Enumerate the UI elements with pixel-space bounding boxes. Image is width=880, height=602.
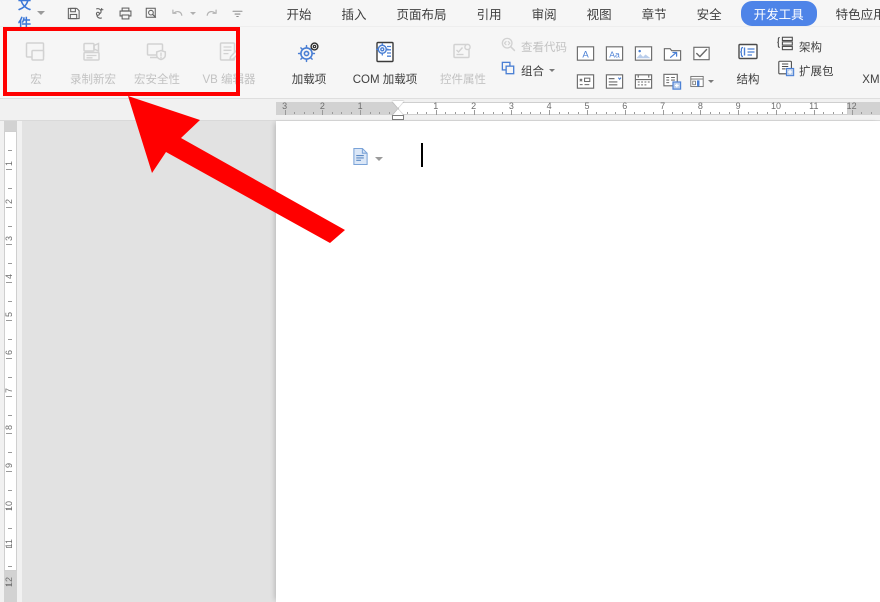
macro-security-icon [144,37,170,67]
ribbon-group-xml-mapping: XML 映射窗格 [837,27,880,98]
undo-dropdown-icon[interactable] [189,11,196,15]
combobox-control-icon[interactable] [573,71,598,92]
vruler-ticks: 1 2 3 4 5 6 7 8 9 10 11 12 [0,121,22,602]
tab-security[interactable]: 安全 [686,1,733,26]
view-code-button[interactable]: 查看代码 [497,36,570,57]
chevron-down-icon[interactable] [36,11,45,15]
paste-options-dropdown-icon[interactable] [375,157,383,161]
customize-qat-icon[interactable] [226,2,250,24]
svg-text:Aa: Aa [609,50,620,60]
wps-writer-window: 文件 开始 插入 页面布局 引用 审阅 视图 章节 安全 开发工具 特色应用 宏… [0,0,880,602]
first-line-indent-marker[interactable] [392,101,404,108]
undo-icon[interactable] [166,2,190,24]
group-button-label: 组合 [521,65,544,78]
text-cursor [421,143,423,167]
structure-icon [735,37,761,67]
record-macro-button[interactable]: 录制新宏 [62,32,124,87]
xml-mapping-pane-button[interactable]: XML 映射窗格 [851,32,880,87]
document-canvas[interactable] [22,121,880,602]
svg-text:A: A [582,50,589,61]
schema-button[interactable]: 架构 [774,36,837,57]
tab-references[interactable]: 引用 [466,1,513,26]
structure-button[interactable]: 结构 [724,32,772,87]
com-addin-button[interactable]: COM 加载项 [346,32,424,87]
view-code-button-label: 查看代码 [521,41,567,54]
vb-editor-icon [216,37,242,67]
paste-options-icon [352,147,369,171]
schema-button-label: 架构 [799,41,822,54]
ribbon-tabs: 开始 插入 页面布局 引用 审阅 视图 章节 安全 开发工具 特色应用 [272,0,880,27]
left-indent-marker[interactable] [392,115,404,120]
title-bar: 文件 开始 插入 页面布局 引用 审阅 视图 章节 安全 开发工具 特色应用 [0,0,880,31]
ruler-ticks: 3 2 1 1 2 3 4 5 6 7 8 9 10 11 12 [0,99,880,121]
horizontal-ruler[interactable]: 3 2 1 1 2 3 4 5 6 7 8 9 10 11 12 [0,99,880,121]
view-code-icon [500,36,517,58]
controls-small-buttons: 查看代码 组合 [497,32,570,81]
com-addin-button-label: COM 加载项 [352,74,418,86]
ribbon-group-addins: 加载项 COM 加载项 [268,27,424,98]
ribbon-group-code: 宏 录制新宏 宏安全性 VB 编辑器 [0,27,268,98]
building-block-control-icon[interactable] [660,43,685,64]
tab-view[interactable]: 视图 [576,1,623,26]
tab-insert[interactable]: 插入 [331,1,378,26]
tab-featured-apps[interactable]: 特色应用 [825,1,880,26]
document-page[interactable] [276,121,880,602]
control-properties-button-label: 控件属性 [440,74,486,86]
addin-button[interactable]: 加载项 [278,32,340,87]
vertical-ruler[interactable]: 1 2 3 4 5 6 7 8 9 10 11 12 [0,121,22,602]
date-picker-control-icon[interactable] [631,71,656,92]
xml-small-buttons: 架构 扩展包 [774,32,837,81]
redo-icon[interactable] [200,2,224,24]
ribbon-group-controls: 控件属性 查看代码 组合 A Aa [424,27,714,98]
control-properties-icon [450,37,476,67]
indent-markers[interactable] [392,99,412,121]
save-icon[interactable] [62,2,86,24]
addin-button-label: 加载项 [291,74,327,86]
expansion-pack-icon [777,59,795,82]
group-dropdown-icon[interactable] [549,69,555,72]
macro-button-label: 宏 [30,74,42,86]
ribbon-toolbar: 宏 录制新宏 宏安全性 VB 编辑器 加载项 COM 加载项 控件属性 查看代码… [0,27,880,99]
tab-page-layout[interactable]: 页面布局 [386,1,458,26]
print-icon[interactable] [114,2,138,24]
group-icon [500,60,517,82]
text-field-control-icon[interactable]: A [573,43,598,64]
picture-control-icon[interactable] [631,43,656,64]
expansion-pack-button[interactable]: 扩展包 [774,60,837,81]
record-macro-icon [80,37,106,67]
macro-security-button-label: 宏安全性 [134,74,180,86]
expansion-pack-button-label: 扩展包 [799,65,834,78]
schema-icon [777,35,795,58]
vb-editor-button-label: VB 编辑器 [202,74,256,86]
print-preview-icon[interactable] [140,2,164,24]
checkbox-control-icon[interactable] [689,43,714,64]
tab-start[interactable]: 开始 [276,1,323,26]
xml-mapping-pane-button-label: XML 映射窗格 [862,74,880,86]
control-properties-button[interactable]: 控件属性 [432,32,494,87]
form-controls-grid: A Aa [573,32,714,94]
cloud-sync-icon[interactable] [88,2,112,24]
vb-editor-button[interactable]: VB 编辑器 [190,32,268,87]
quick-access-toolbar [62,2,250,24]
macro-icon [23,37,49,67]
addin-icon [296,37,322,67]
group-button[interactable]: 组合 [497,60,570,81]
dropdown-list-control-icon[interactable] [602,71,627,92]
macro-button[interactable]: 宏 [12,32,60,87]
tab-review[interactable]: 审阅 [521,1,568,26]
com-addin-icon [372,37,398,67]
rich-text-control-icon[interactable]: Aa [602,43,627,64]
structure-button-label: 结构 [736,74,760,86]
ribbon-group-xml: 结构 架构 扩展包 [714,27,837,98]
repeating-section-control-icon[interactable] [660,71,685,92]
paste-options-button[interactable] [352,147,383,171]
tab-chapter[interactable]: 章节 [631,1,678,26]
tab-developer[interactable]: 开发工具 [740,0,817,26]
legacy-tools-control-icon[interactable] [689,71,714,92]
record-macro-button-label: 录制新宏 [70,74,116,86]
macro-security-button[interactable]: 宏安全性 [126,32,188,87]
